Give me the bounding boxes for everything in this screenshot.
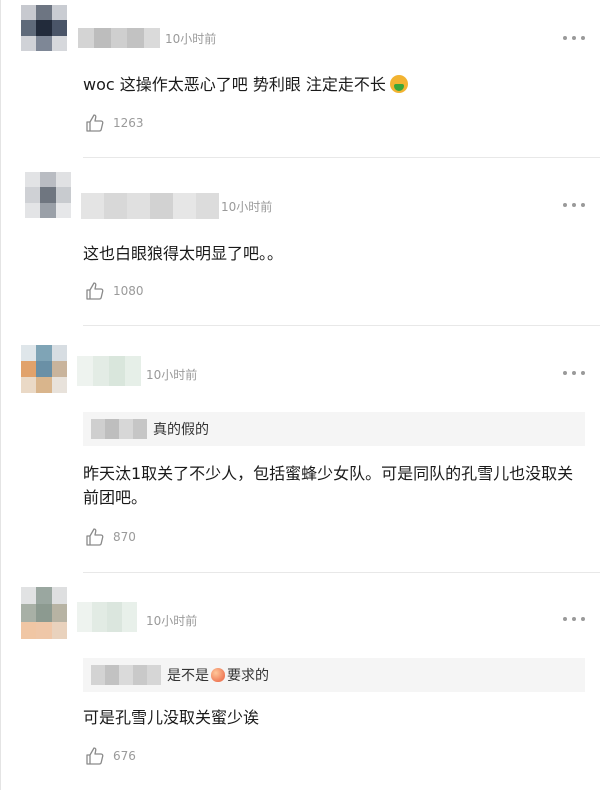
comment-text: 这也白眼狼得太明显了吧。。: [83, 244, 284, 263]
avatar[interactable]: [21, 5, 67, 51]
thumbs-up-icon: [86, 528, 104, 546]
quoted-text: 真的假的: [153, 422, 209, 438]
peach-icon: [211, 668, 225, 682]
like-count: 1263: [113, 116, 144, 130]
comment-time: 10小时前: [146, 368, 198, 382]
more-dots-icon[interactable]: [563, 33, 585, 43]
avatar[interactable]: [21, 587, 67, 639]
divider: [83, 157, 600, 158]
divider: [83, 572, 600, 573]
thumbs-up-icon: [86, 747, 104, 765]
quoted-text-after: 要求的: [227, 668, 269, 684]
like-count: 870: [113, 530, 136, 544]
username-blurred[interactable]: [81, 193, 219, 219]
quoted-reply[interactable]: 真的假的: [83, 412, 585, 446]
like-button[interactable]: 1080: [85, 279, 144, 303]
divider: [83, 325, 600, 326]
comment-time: 10小时前: [221, 200, 273, 214]
username-blurred[interactable]: [77, 356, 141, 386]
comment-text-content: woc 这操作太恶心了吧 势利眼 注定走不长: [83, 75, 386, 94]
quoted-text: 是不是 要求的: [167, 665, 269, 685]
like-button[interactable]: 1263: [85, 111, 144, 135]
comment-time: 10小时前: [146, 614, 198, 628]
like-count: 1080: [113, 284, 144, 298]
nauseated-face-icon: [389, 75, 408, 93]
avatar[interactable]: [25, 172, 71, 218]
username-blurred[interactable]: [78, 28, 161, 48]
thumbs-up-icon: [86, 114, 104, 132]
quoted-text-before: 是不是: [167, 668, 209, 684]
more-dots-icon[interactable]: [563, 368, 585, 378]
quoted-reply[interactable]: 是不是 要求的: [83, 658, 585, 692]
comment-text: 可是孔雪儿没取关蜜少诶: [83, 708, 260, 727]
quoted-username-blurred: [91, 665, 161, 685]
comment-text: 昨天汰1取关了不少人，包括蜜蜂少女队。可是同队的孔雪儿也没取关前团吧。: [83, 464, 574, 507]
like-count: 676: [113, 749, 136, 763]
more-dots-icon[interactable]: [563, 200, 585, 210]
comment-text: woc 这操作太恶心了吧 势利眼 注定走不长: [83, 73, 583, 97]
more-dots-icon[interactable]: [563, 614, 585, 624]
thumbs-up-icon: [86, 282, 104, 300]
quoted-username-blurred: [91, 419, 147, 439]
like-button[interactable]: 870: [85, 525, 136, 549]
like-button[interactable]: 676: [85, 744, 136, 768]
comment-list: 10小时前 woc 这操作太恶心了吧 势利眼 注定走不长 1263 10小时前 …: [0, 0, 600, 790]
username-blurred[interactable]: [77, 602, 137, 632]
comment-time: 10小时前: [165, 32, 217, 46]
avatar[interactable]: [21, 345, 67, 393]
